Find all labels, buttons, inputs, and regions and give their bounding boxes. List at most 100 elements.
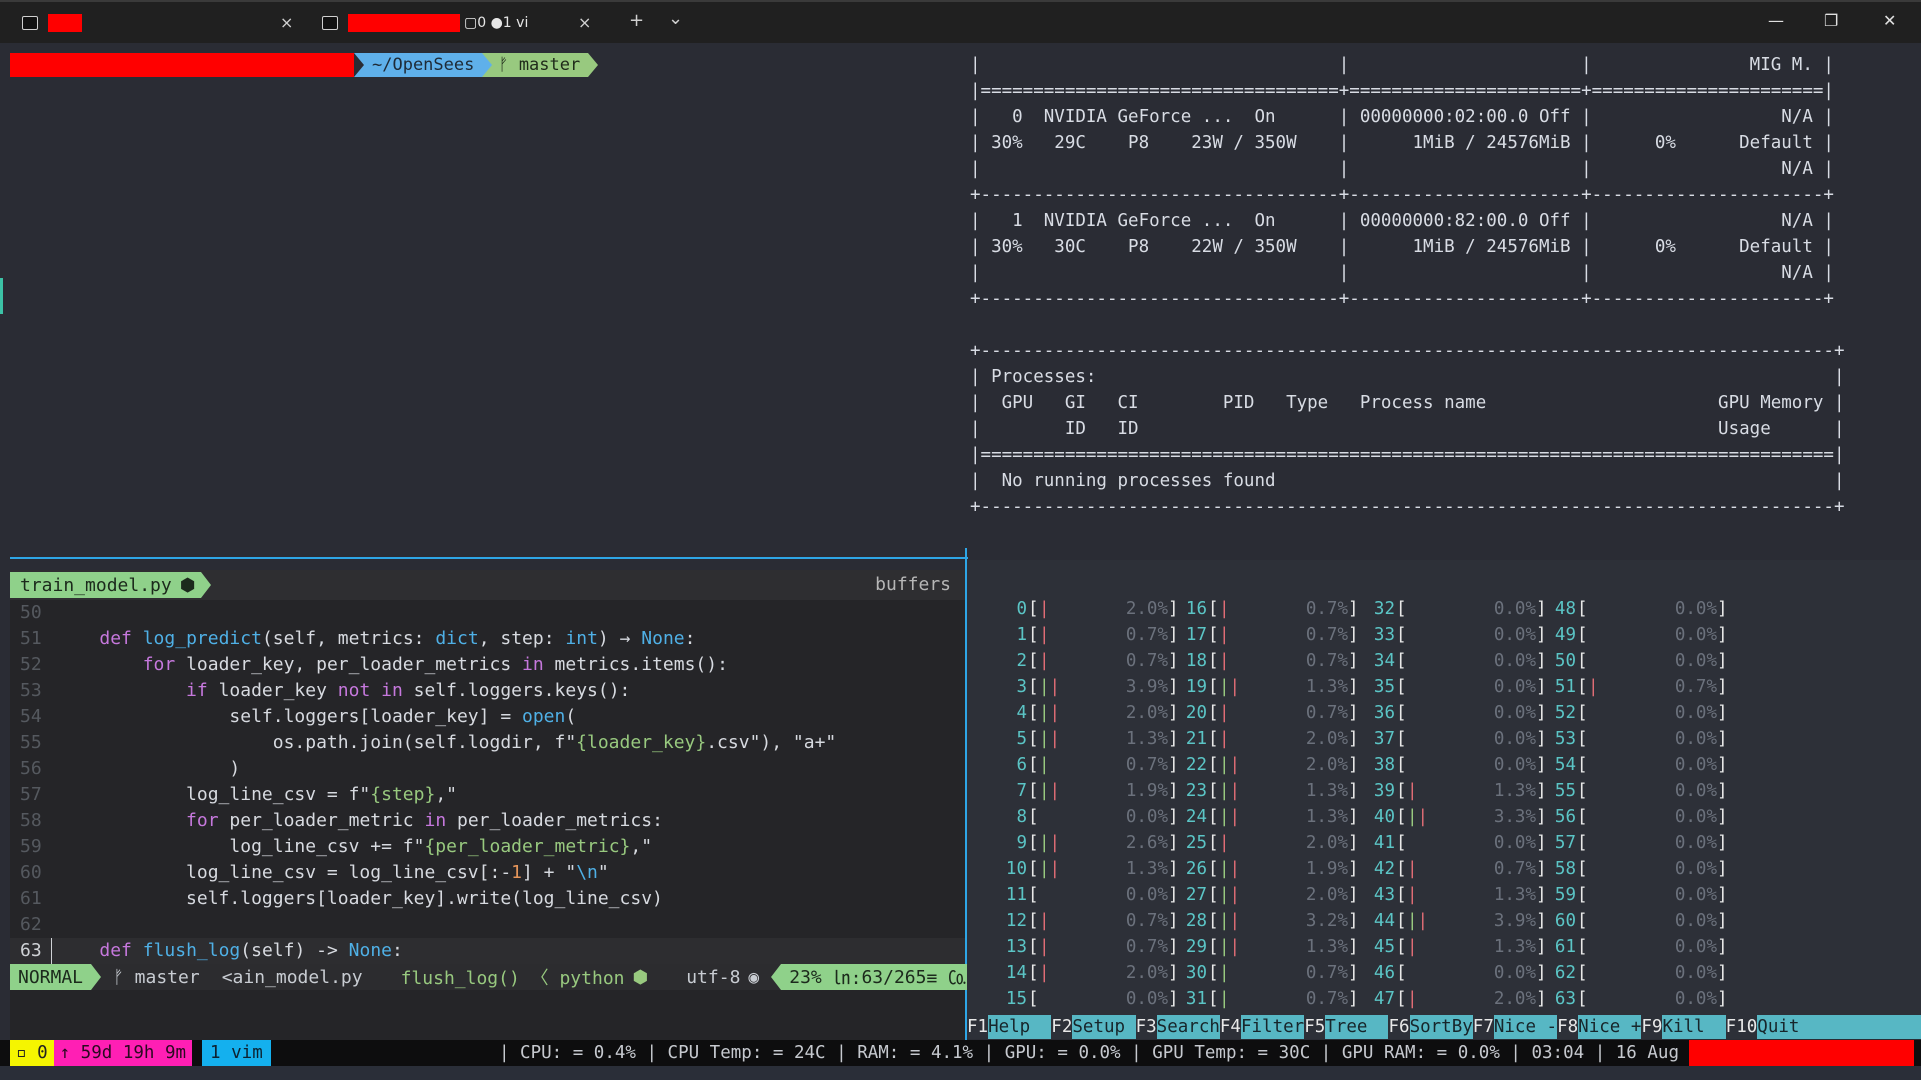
code-line[interactable]: 55 os.path.join(self.logdir, f"{loader_k… xyxy=(10,730,965,756)
fkey-f4[interactable]: F4 xyxy=(1219,1015,1241,1039)
cpu-id: 30 xyxy=(1185,963,1207,983)
fkey-label[interactable]: Kill xyxy=(1662,1015,1726,1039)
code-line[interactable]: 50 xyxy=(10,600,965,626)
cpu-meter: 59[0.0%] xyxy=(1536,882,1728,908)
minimize-button[interactable]: — xyxy=(1768,11,1784,30)
fkey-label[interactable]: Quit xyxy=(1757,1015,1921,1039)
cpu-meter: 63[0.0%] xyxy=(1536,986,1728,1012)
fkey-f7[interactable]: F7 xyxy=(1472,1015,1494,1039)
cpu-bracket-close: ] xyxy=(1717,885,1728,905)
fkey-label[interactable]: Filter xyxy=(1240,1015,1305,1039)
tab-dropdown-button[interactable]: ⌄ xyxy=(668,8,683,29)
smi-line: | 1 NVIDIA GeForce ... On | 00000000:82:… xyxy=(970,211,1834,231)
cpu-id: 28 xyxy=(1185,911,1207,931)
cpu-meter: 14[| 2.0%] xyxy=(987,960,1179,986)
code-line[interactable]: 59 log_line_csv += f"{per_loader_metric}… xyxy=(10,834,965,860)
fkey-f8[interactable]: F8 xyxy=(1557,1015,1579,1039)
fkey-label[interactable]: Search xyxy=(1156,1015,1220,1039)
fkey-f5[interactable]: F5 xyxy=(1304,1015,1326,1039)
code-line[interactable]: 54 self.loggers[loader_key] = open( xyxy=(10,704,965,730)
cpu-percent: 0.7% xyxy=(1125,625,1168,645)
cpu-meter: 51[| 0.7%] xyxy=(1536,674,1728,700)
cpu-meter-column: 48[0.0%] 49[0.0%] 50[0.0%] 51[| 0.7%] 52[0.0%… xyxy=(1536,596,1728,1012)
tmux-window-tab[interactable]: 1 vim xyxy=(202,1040,271,1066)
cpu-bracket-open: [ xyxy=(1396,937,1407,957)
line-number: 54 xyxy=(20,706,42,727)
cpu-bracket-open: [ xyxy=(1396,755,1407,775)
cpu-bracket-close: ] xyxy=(1717,807,1728,827)
fkey-f1[interactable]: F1 xyxy=(967,1015,989,1039)
smi-line: | ID ID Usage | xyxy=(970,419,1845,439)
htop-pane[interactable]: 0[| 2.0%] 1[| 0.7%] 2[| 0.7%] 3[|| 3.9%] 4[|| 2.0… xyxy=(967,560,1921,1025)
cpu-percent: 0.7% xyxy=(1305,651,1348,671)
file-tab-arrow xyxy=(201,572,212,598)
vim-mode: NORMAL xyxy=(10,964,92,990)
tab-close-button[interactable]: × xyxy=(578,13,591,32)
vim-command-line[interactable] xyxy=(10,990,965,1040)
tmux-session[interactable]: ▫ 0 xyxy=(10,1040,54,1066)
cpu-meter: 37[0.0%] xyxy=(1355,726,1547,752)
code-line-current[interactable]: 63 def flush_log(self) -> None: xyxy=(10,938,965,964)
tab-terminal-2[interactable]: ▢0 ●1 vi × xyxy=(322,2,602,43)
code-line[interactable]: 58 for per_loader_metric in per_loader_m… xyxy=(10,808,965,834)
maximize-button[interactable]: ❐ xyxy=(1824,11,1838,30)
cpu-bracket-open: [ xyxy=(1577,599,1588,619)
code-area[interactable]: 50 51 def log_predict(self, metrics: dict… xyxy=(10,600,965,964)
fkey-label[interactable]: Setup xyxy=(1072,1015,1136,1039)
code-line[interactable]: 56 ) xyxy=(10,756,965,782)
cpu-id: 4 xyxy=(1016,703,1027,723)
code-token: , step: xyxy=(478,628,566,649)
fkey-label[interactable]: Nice + xyxy=(1578,1015,1642,1039)
code-line[interactable]: 52 for loader_key, per_loader_metrics in… xyxy=(10,652,965,678)
cpu-bar-kernel: | xyxy=(1219,625,1230,645)
cpu-percent: 0.7% xyxy=(1305,963,1348,983)
cpu-bar-kernel: | xyxy=(1229,859,1241,879)
cpu-id: 21 xyxy=(1185,729,1207,749)
shell-pane[interactable] xyxy=(0,43,965,558)
new-tab-button[interactable]: + xyxy=(629,10,644,31)
code-line[interactable]: 62 xyxy=(10,912,965,938)
cpu-id: 46 xyxy=(1373,963,1395,983)
cpu-id: 35 xyxy=(1373,677,1395,697)
code-line[interactable]: 60 log_line_csv = log_line_csv[:-1] + "\… xyxy=(10,860,965,886)
window-bottom-edge xyxy=(0,1066,1921,1080)
fkey-label[interactable]: Help xyxy=(988,1015,1052,1039)
cpu-meter: 57[0.0%] xyxy=(1536,830,1728,856)
code-line[interactable]: 57 log_line_csv = f"{step}," xyxy=(10,782,965,808)
line-number: 61 xyxy=(20,888,42,909)
cpu-bracket-open: [ xyxy=(1396,677,1407,697)
code-line[interactable]: 53 if loader_key not in self.loggers.key… xyxy=(10,678,965,704)
cpu-bracket-open: [ xyxy=(1577,989,1588,1009)
cpu-bar-kernel: | xyxy=(1049,833,1061,853)
tab-close-button[interactable]: × xyxy=(280,13,293,32)
close-window-button[interactable]: ✕ xyxy=(1883,11,1896,30)
fkey-f9[interactable]: F9 xyxy=(1641,1015,1663,1039)
pane-divider-horizontal[interactable] xyxy=(10,557,968,559)
fkey-f6[interactable]: F6 xyxy=(1388,1015,1410,1039)
cpu-usage-bar: | xyxy=(1407,856,1418,882)
cpu-bar-user: | xyxy=(1039,859,1050,879)
cpu-id: 56 xyxy=(1554,807,1576,827)
cpu-meter: 2[| 0.7%] xyxy=(987,648,1178,674)
vim-editor[interactable]: train_model.py ⬢ buffers 50 51 def log_pr… xyxy=(10,570,965,995)
code-token: self.loggers[loader_key].write(log_line_… xyxy=(56,888,663,909)
code-token: ( xyxy=(565,706,577,727)
fkey-f3[interactable]: F3 xyxy=(1135,1015,1157,1039)
cpu-id: 15 xyxy=(1005,989,1027,1009)
cpu-percent: 0.0% xyxy=(1674,885,1717,905)
tab-terminal-1[interactable]: × xyxy=(22,2,302,43)
fkey-label[interactable]: Tree xyxy=(1325,1015,1389,1039)
cpu-usage-bar: | xyxy=(1219,700,1230,726)
code-line[interactable]: 51 def log_predict(self, metrics: dict, … xyxy=(10,626,965,652)
fkey-f10[interactable]: F10 xyxy=(1725,1015,1758,1039)
cpu-bracket-open: [ xyxy=(1577,703,1588,723)
fkey-f2[interactable]: F2 xyxy=(1051,1015,1073,1039)
cpu-id: 49 xyxy=(1554,625,1576,645)
cpu-meter: 6[| 0.7%] xyxy=(987,752,1178,778)
fkey-label[interactable]: SortBy xyxy=(1409,1015,1473,1039)
code-token: ," xyxy=(435,784,457,805)
fkey-label[interactable]: Nice - xyxy=(1493,1015,1558,1039)
code-line[interactable]: 61 self.loggers[loader_key].write(log_li… xyxy=(10,886,965,912)
editor-file-tab[interactable]: train_model.py ⬢ xyxy=(10,572,202,598)
prompt-user-redacted xyxy=(10,53,354,77)
